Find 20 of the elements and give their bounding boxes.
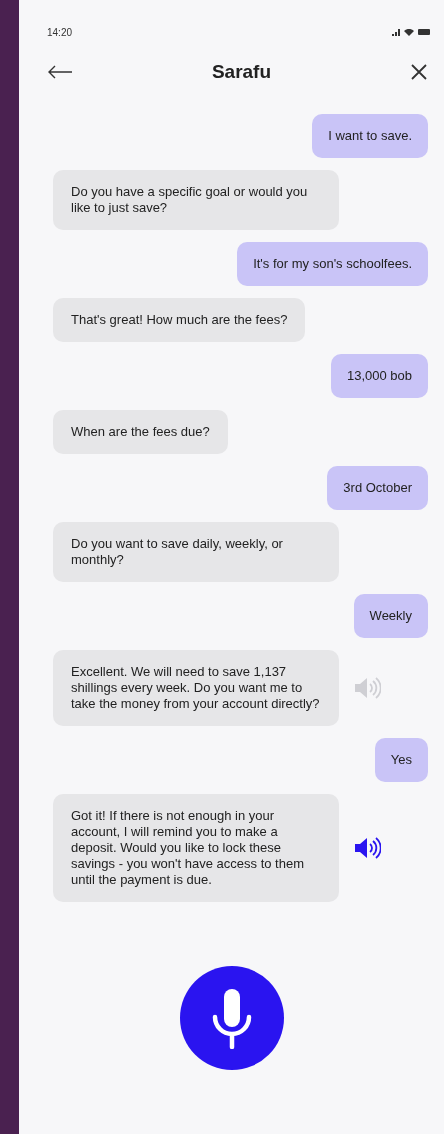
battery-icon xyxy=(418,29,430,35)
received-message: Got it! If there is not enough in your account, I will remind you to make a deposit. Would you like to lock these savings - you won't have access to them until the payment is due. xyxy=(53,794,339,902)
received-message: That's great! How much are the fees? xyxy=(53,298,306,342)
close-button[interactable] xyxy=(410,63,428,81)
received-message: Do you have a specific goal or would you like to just save? xyxy=(53,170,339,230)
received-message: When are the fees due? xyxy=(53,410,228,454)
received-message: Do you want to save daily, weekly, or monthly? xyxy=(53,522,339,582)
speaker-icon[interactable] xyxy=(353,836,381,860)
sent-message: 13,000 bob xyxy=(330,354,428,398)
wifi-icon xyxy=(404,28,414,36)
sent-message: Weekly xyxy=(353,594,428,638)
signal-icon xyxy=(392,28,400,36)
sent-message: 3rd October xyxy=(327,466,428,510)
microphone-icon xyxy=(211,987,252,1049)
sent-message: Yes xyxy=(374,738,428,782)
chat-title: Sarafu xyxy=(211,59,272,84)
received-message: Excellent. We will need to save 1,137 shillings every week. Do you want me to take the money from your account directly? xyxy=(53,650,339,726)
status-time: 14:20 xyxy=(47,25,73,40)
sent-message: I want to save. xyxy=(312,114,428,158)
sent-message: It's for my son's schoolfees. xyxy=(237,242,428,286)
